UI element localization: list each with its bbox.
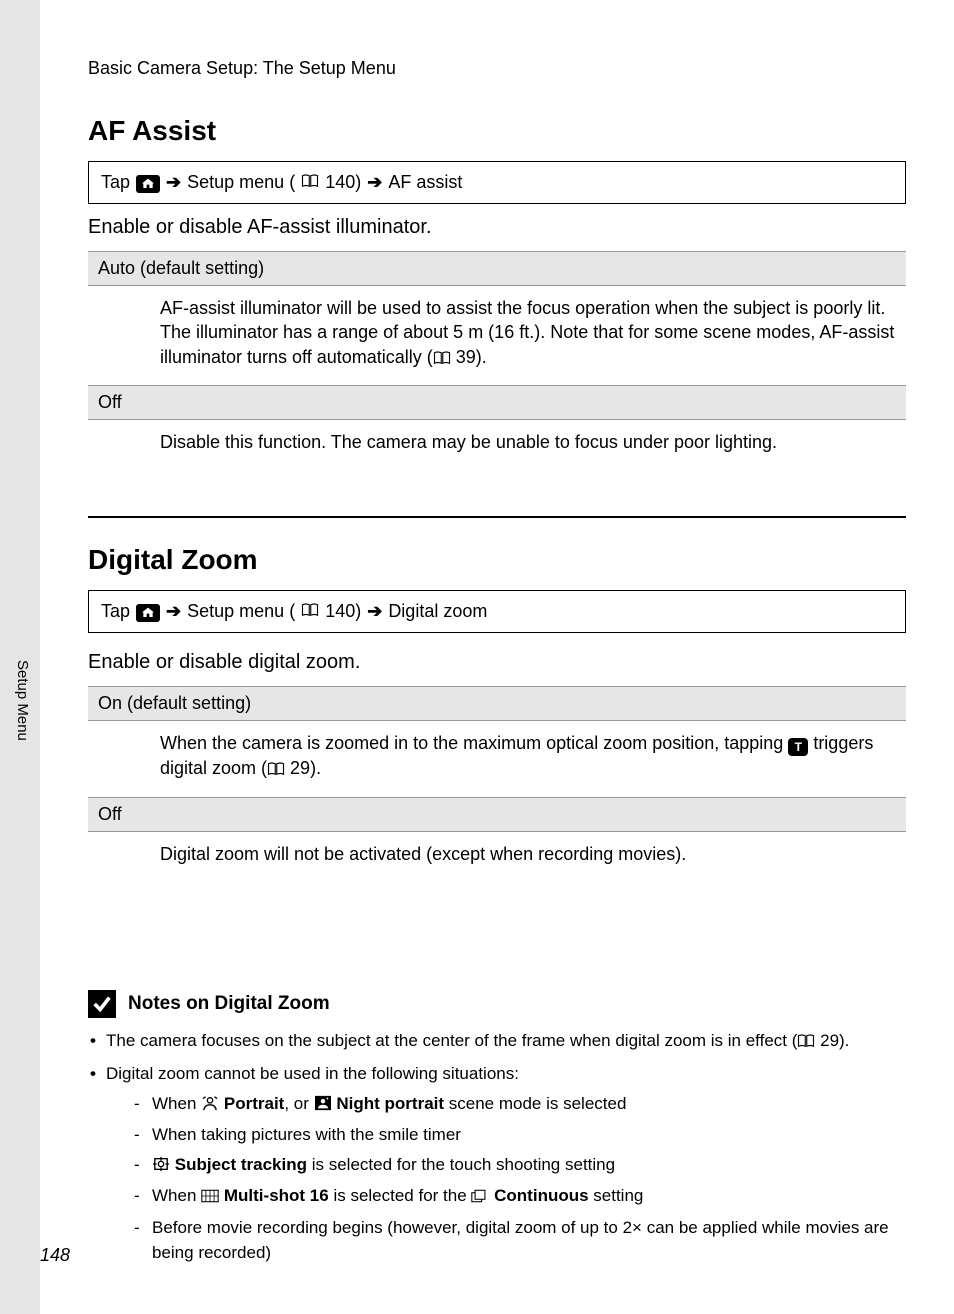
arrow-right-icon: ➔ [166, 601, 181, 622]
nav-setup-label: Setup menu ( [187, 601, 295, 622]
manual-page: Basic Camera Setup: The Setup Menu AF As… [40, 0, 954, 1314]
option-body-off: Digital zoom will not be activated (exce… [88, 832, 906, 880]
arrow-right-icon: ➔ [367, 601, 382, 622]
notes-title-row: Notes on Digital Zoom [88, 990, 906, 1018]
home-icon [136, 175, 160, 193]
arrow-right-icon: ➔ [367, 172, 382, 193]
sub-item: Subject tracking is selected for the tou… [134, 1152, 906, 1180]
option-header-auto: Auto (default setting) [88, 251, 906, 286]
book-icon [267, 758, 285, 782]
section-title-digital-zoom: Digital Zoom [88, 544, 906, 576]
continuous-icon [471, 1185, 489, 1211]
sub-item: When Multi-shot 16 is selected for the C… [134, 1183, 906, 1211]
nav-page-ref: 140) [325, 172, 361, 193]
page-number: 148 [40, 1245, 70, 1266]
nav-tap-label: Tap [101, 172, 130, 193]
breadcrumb: Basic Camera Setup: The Setup Menu [88, 58, 906, 79]
nav-page-ref: 140) [325, 601, 361, 622]
nav-item-label: AF assist [388, 172, 462, 193]
tele-zoom-icon: T [788, 738, 808, 756]
option-body-off: Disable this function. The camera may be… [88, 420, 906, 468]
book-icon [797, 1030, 815, 1056]
notes-list: The camera focuses on the subject at the… [88, 1028, 906, 1266]
home-icon [136, 604, 160, 622]
nav-setup-label: Setup menu ( [187, 172, 295, 193]
book-icon [433, 347, 451, 371]
sub-item: When Portrait, or Night portrait scene m… [134, 1091, 906, 1119]
option-body-auto: AF-assist illuminator will be used to as… [88, 286, 906, 385]
portrait-icon [201, 1093, 219, 1119]
book-icon [301, 601, 319, 622]
sub-item: Before movie recording begins (however, … [134, 1215, 906, 1266]
section-intro: Enable or disable digital zoom. [88, 651, 906, 674]
section-divider [88, 516, 906, 518]
subject-tracking-icon [152, 1154, 170, 1180]
multishot-icon [201, 1185, 219, 1211]
sub-list: When Portrait, or Night portrait scene m… [106, 1091, 906, 1266]
section-intro: Enable or disable AF-assist illuminator. [88, 216, 906, 239]
nav-tap-label: Tap [101, 601, 130, 622]
arrow-right-icon: ➔ [166, 172, 181, 193]
option-header-off: Off [88, 797, 906, 832]
nav-path-digital-zoom: Tap ➔ Setup menu ( 140) ➔ Digital zoom [88, 590, 906, 633]
options-table-dz: On (default setting) When the camera is … [88, 686, 906, 880]
option-header-on: On (default setting) [88, 686, 906, 721]
notes-block: Notes on Digital Zoom The camera focuses… [88, 990, 906, 1266]
nav-item-label: Digital zoom [388, 601, 487, 622]
note-item: The camera focuses on the subject at the… [88, 1028, 906, 1056]
check-icon [88, 990, 116, 1018]
side-tab-label: Setup Menu [14, 660, 31, 741]
sub-item: When taking pictures with the smile time… [134, 1122, 906, 1148]
options-table-af: Auto (default setting) AF-assist illumin… [88, 251, 906, 468]
book-icon [301, 172, 319, 193]
section-title-af-assist: AF Assist [88, 115, 906, 147]
note-item: Digital zoom cannot be used in the follo… [88, 1061, 906, 1266]
night-portrait-icon [314, 1093, 332, 1119]
nav-path-af-assist: Tap ➔ Setup menu ( 140) ➔ AF assist [88, 161, 906, 204]
option-body-on: When the camera is zoomed in to the maxi… [88, 721, 906, 796]
notes-title: Notes on Digital Zoom [128, 993, 330, 1015]
option-header-off: Off [88, 385, 906, 420]
